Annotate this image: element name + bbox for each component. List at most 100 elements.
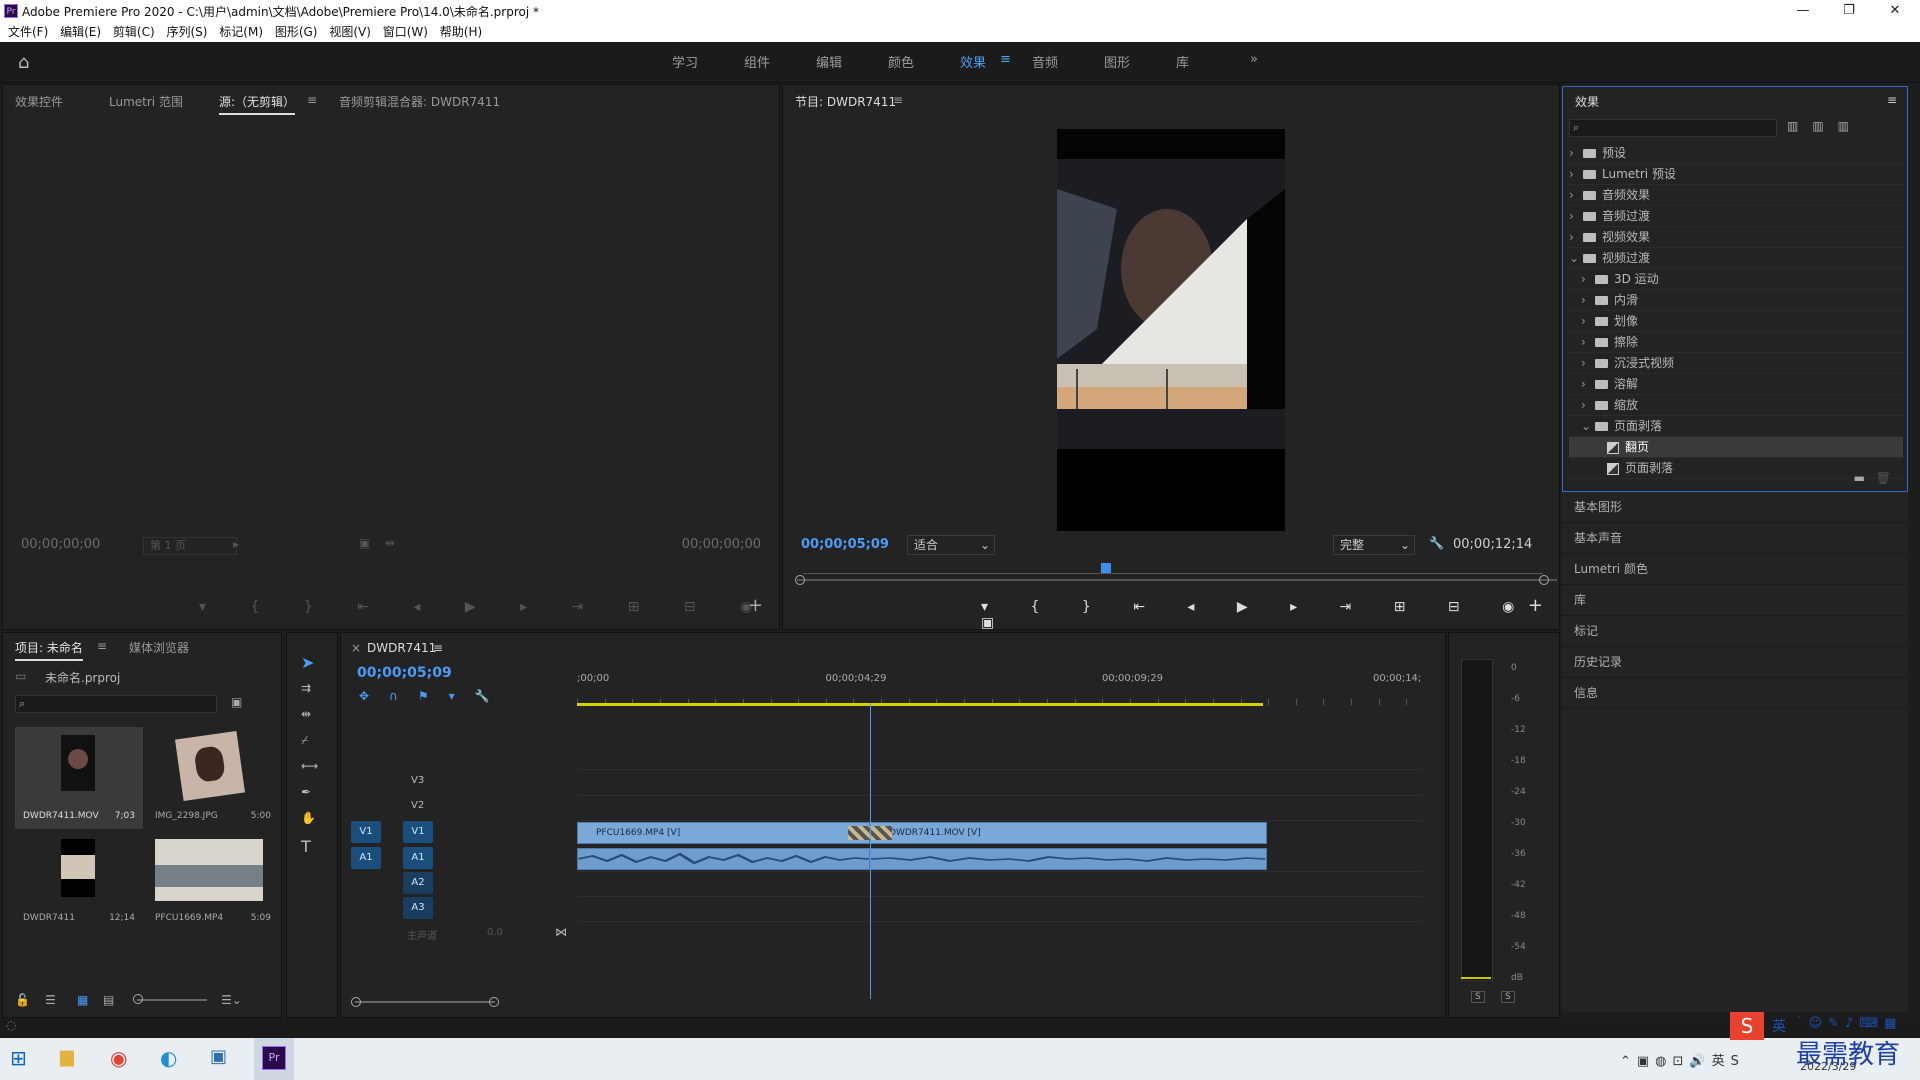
close-button[interactable]: ✕ — [1872, 0, 1918, 22]
file-explorer-icon[interactable]: ▆ — [60, 1046, 74, 1067]
chevron-right-icon[interactable]: › — [1581, 311, 1595, 331]
effects-tree-item[interactable]: › 缩放 — [1569, 395, 1903, 416]
solo-right-button[interactable]: S — [1501, 991, 1515, 1003]
tab-audio-clip-mixer[interactable]: 音频剪辑混合器: DWDR7411 — [339, 93, 500, 110]
project-item[interactable]: DWDR7411 12;14 — [15, 833, 143, 929]
track-a2-target[interactable]: A2 — [403, 872, 433, 894]
menu-sequence[interactable]: 序列(S) — [166, 22, 207, 42]
program-playhead[interactable] — [1101, 563, 1112, 573]
chevron-right-icon[interactable]: › — [1569, 185, 1583, 205]
menu-marker[interactable]: 标记(M) — [219, 22, 263, 42]
sort-icon[interactable]: ☰⌄ — [221, 993, 242, 1007]
panel-markers[interactable]: 标记 — [1562, 616, 1908, 647]
zoom-handle-right[interactable] — [1539, 575, 1549, 585]
edge-icon[interactable]: ◐ — [160, 1046, 177, 1070]
workspace-assembly[interactable]: 组件 — [744, 52, 770, 71]
chevron-right-icon[interactable]: › — [1569, 206, 1583, 226]
close-sequence-icon[interactable]: × — [351, 641, 361, 655]
source-transport-controls[interactable]: ▾ { } ⇤ ◂ ▶ ▸ ⇥ ⊞ ⊟ ◉ — [199, 599, 772, 615]
source-add-button-icon[interactable]: + — [748, 595, 763, 616]
maximize-button[interactable]: ❐ — [1826, 0, 1872, 22]
workspace-libraries[interactable]: 库 — [1176, 52, 1189, 71]
solo-left-button[interactable]: S — [1471, 991, 1485, 1003]
go-to-end-icon[interactable]: ⋈ — [555, 925, 567, 939]
more-workspaces-button[interactable]: » — [1250, 52, 1258, 67]
menu-file[interactable]: 文件(F) — [8, 22, 48, 42]
new-bin-icon[interactable]: ▬ — [1854, 471, 1865, 485]
menu-view[interactable]: 视图(V) — [329, 22, 371, 42]
timeline-zoom-bar[interactable] — [355, 1001, 495, 1003]
program-time-ruler[interactable] — [803, 563, 1543, 574]
timeline-zoom-handle-left[interactable] — [351, 997, 361, 1007]
premiere-taskbar-button[interactable]: Pr — [254, 1038, 294, 1080]
video-clip[interactable]: DWDR7411.MOV [V] — [870, 822, 1267, 844]
workspace-editing[interactable]: 编辑 — [816, 52, 842, 71]
tab-source[interactable]: 源:（无剪辑） — [219, 93, 296, 115]
chevron-right-icon[interactable]: › — [1581, 374, 1595, 394]
photos-icon[interactable]: ▣ — [210, 1046, 227, 1067]
effects-tree-item[interactable]: › 擦除 — [1569, 332, 1903, 353]
effects-tree-item[interactable]: ⌄ 视频过渡 — [1569, 248, 1903, 269]
find-icon[interactable]: ▣ — [231, 695, 242, 709]
chevron-right-icon[interactable]: › — [1581, 332, 1595, 352]
menu-edit[interactable]: 编辑(E) — [60, 22, 101, 42]
chrome-icon[interactable]: ◉ — [110, 1046, 127, 1070]
tab-project[interactable]: 项目: 未命名 — [15, 639, 83, 661]
workspace-graphics[interactable]: 图形 — [1104, 52, 1130, 71]
effects-tree-item[interactable]: ⌄ 页面剥落 — [1569, 416, 1903, 437]
effects-tree-item[interactable]: › 预设 — [1569, 143, 1903, 164]
icon-view-icon[interactable]: ▦ — [77, 993, 88, 1007]
source-insert-icon[interactable]: ⇹ — [385, 536, 395, 550]
panel-info[interactable]: 信息 — [1562, 678, 1908, 709]
workspace-audio[interactable]: 音频 — [1032, 52, 1058, 71]
sequence-menu-icon[interactable]: ≡ — [433, 641, 443, 655]
delete-icon[interactable]: 🗑 — [1876, 471, 1891, 485]
chevron-right-icon[interactable]: › — [1581, 290, 1595, 310]
effects-tree-item[interactable]: › 划像 — [1569, 311, 1903, 332]
effects-tree-item[interactable]: › Lumetri 预设 — [1569, 164, 1903, 185]
source-v1-toggle[interactable]: V1 — [351, 821, 381, 843]
effects-filter-icons[interactable]: ▥▥▥ — [1787, 119, 1863, 133]
effects-tree-item[interactable]: › 音频过渡 — [1569, 206, 1903, 227]
chevron-down-icon[interactable]: ⌄ — [1569, 248, 1583, 268]
effects-tree-item[interactable]: › 内滑 — [1569, 290, 1903, 311]
project-item[interactable]: DWDR7411.MOV 7;03 — [15, 727, 143, 829]
effects-tree-item[interactable]: › 3D 运动 — [1569, 269, 1903, 290]
windows-start-icon[interactable]: ⊞ — [10, 1046, 27, 1070]
menu-clip[interactable]: 剪辑(C) — [113, 22, 155, 42]
source-settings-icon[interactable]: ▣ — [359, 536, 370, 550]
chevron-right-icon[interactable]: › — [1569, 143, 1583, 163]
panel-history[interactable]: 历史记录 — [1562, 647, 1908, 678]
workspace-effects[interactable]: 效果 — [960, 52, 986, 71]
tab-media-browser[interactable]: 媒体浏览器 — [129, 639, 189, 656]
chevron-right-icon[interactable]: › — [1569, 227, 1583, 247]
list-view-icon[interactable]: ☰ — [45, 993, 56, 1007]
page-next-icon[interactable]: ▸ — [233, 537, 239, 551]
audio-clip[interactable] — [577, 848, 871, 870]
slip-tool-icon[interactable]: ⟷ — [301, 759, 318, 773]
page-select[interactable]: 第 1 页 — [143, 537, 237, 555]
chevron-right-icon[interactable]: › — [1581, 269, 1595, 289]
chevron-right-icon[interactable]: › — [1581, 353, 1595, 373]
timeline-playhead[interactable] — [870, 703, 872, 999]
zoom-slider-handle[interactable] — [133, 994, 143, 1004]
system-tray-icons[interactable]: ⌃▣◍⊡🔊英S — [1620, 1050, 1745, 1069]
workspace-color[interactable]: 颜色 — [888, 52, 914, 71]
project-search-input[interactable]: ⌕ — [15, 695, 217, 713]
effects-tree-item[interactable]: › 沉浸式视频 — [1569, 353, 1903, 374]
workspace-menu-icon[interactable]: ≡ — [1000, 52, 1011, 67]
effects-menu-icon[interactable]: ≡ — [1887, 93, 1897, 107]
hand-tool-icon[interactable]: ✋ — [301, 811, 316, 825]
ime-language[interactable]: 英 — [1772, 1016, 1786, 1036]
timeline-zoom-handle-right[interactable] — [489, 997, 499, 1007]
program-zoom-bar[interactable] — [797, 579, 1557, 581]
work-area-bar[interactable] — [577, 703, 1263, 706]
timeline-toolbar-icons[interactable]: ✥∩⚑▾🔧 — [359, 689, 510, 703]
freeform-view-icon[interactable]: ▤ — [103, 993, 114, 1007]
panel-libraries[interactable]: 库 — [1562, 585, 1908, 616]
effects-search-input[interactable]: ⌕ — [1569, 119, 1777, 137]
effects-tree-item[interactable]: › 溶解 — [1569, 374, 1903, 395]
wrench-icon[interactable]: 🔧 — [1429, 536, 1444, 550]
lock-icon[interactable]: 🔓 — [15, 993, 30, 1007]
panel-essential-graphics[interactable]: 基本图形 — [1562, 492, 1908, 523]
